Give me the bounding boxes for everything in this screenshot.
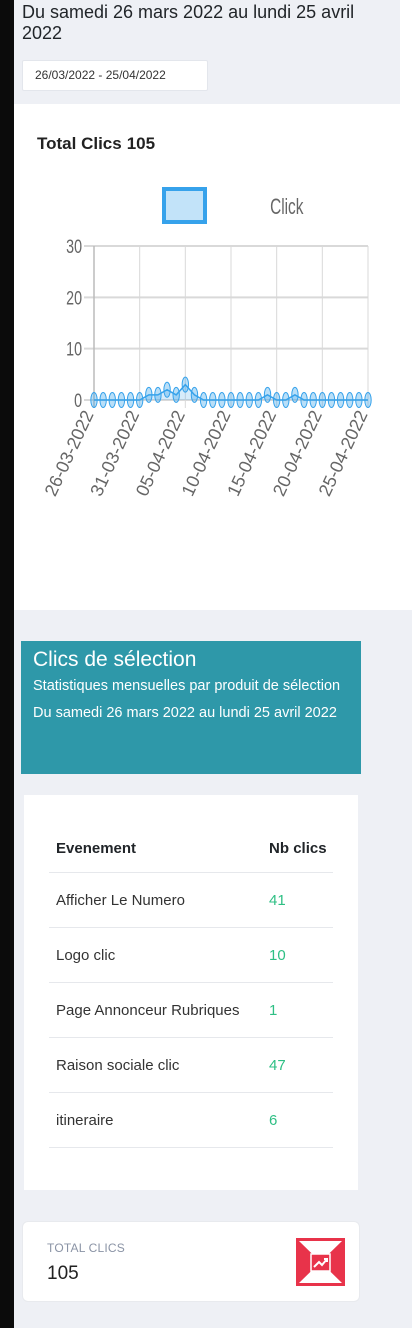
event-cell: Afficher Le Numero (49, 872, 258, 928)
data-point (291, 386, 299, 403)
date-range-heading: Du samedi 26 mars 2022 au lundi 25 avril… (22, 2, 355, 43)
data-point (327, 392, 336, 408)
selection-table-card: Evenement Nb clics Afficher Le Numero 41… (24, 795, 358, 1190)
data-point (282, 392, 290, 408)
total-clicks-card: TOTAL CLICS 105 (22, 1221, 360, 1302)
data-point (190, 386, 199, 403)
data-point (346, 392, 354, 408)
clicks-cell: 1 (257, 982, 333, 1038)
data-point (117, 392, 126, 408)
date-range-picker[interactable]: 26/03/2022 - 25/04/2022 (22, 60, 208, 91)
clicks-line-chart: 010203026-03-202231-03-202205-04-202210-… (41, 187, 372, 499)
selection-stats-table: Evenement Nb clics Afficher Le Numero 41… (49, 824, 333, 1148)
y-tick-label: 10 (66, 339, 82, 360)
data-point (300, 392, 308, 408)
legend-swatch (162, 187, 207, 224)
clicks-cell: 47 (257, 1037, 333, 1093)
data-point (126, 392, 135, 408)
clicks-cell: 6 (257, 1092, 333, 1148)
total-clicks-value: 105 (47, 1263, 79, 1284)
data-point (254, 392, 263, 408)
data-point (263, 386, 272, 403)
right-edge-panel (400, 0, 412, 610)
data-point (99, 392, 107, 408)
clicks-chart-card: Total Clics 105 0 10 20 30 26-03-2022 31-03-20… (14, 104, 400, 610)
selection-clicks-header: Clics de sélection Statistiques mensuell… (21, 641, 361, 774)
data-point (154, 386, 162, 403)
table-header-row: Evenement Nb clics (49, 824, 333, 873)
data-point (309, 392, 317, 408)
data-point (90, 392, 98, 408)
data-point (227, 392, 235, 408)
data-point (245, 392, 253, 408)
column-header-clicks: Nb clics (257, 824, 333, 873)
table-row: Logo clic 10 (49, 927, 333, 983)
left-edge-bar (0, 0, 14, 1328)
data-point (135, 392, 144, 408)
y-tick-label: 20 (66, 287, 82, 308)
data-point (336, 392, 345, 408)
table-row: Raison sociale clic 47 (49, 1037, 333, 1093)
selection-title: Clics de sélection (33, 648, 197, 671)
data-point (145, 386, 153, 403)
clicks-cell: 10 (257, 927, 333, 983)
table-row: Page Annonceur Rubriques 1 (49, 982, 333, 1038)
total-clicks-label: TOTAL CLICS (47, 1241, 125, 1255)
legend-label: Click (270, 195, 304, 219)
selection-subtitle: Statistiques mensuelles par produit de s… (33, 678, 341, 721)
data-point (108, 392, 116, 408)
data-point (172, 386, 180, 403)
y-tick-label: 30 (66, 236, 82, 257)
table-row: Afficher Le Numero 41 (49, 872, 333, 928)
data-point (181, 376, 190, 393)
event-cell: itineraire (49, 1092, 258, 1148)
column-header-event: Evenement (49, 824, 258, 873)
data-point (209, 392, 217, 408)
data-point (236, 392, 244, 408)
data-point (163, 381, 171, 398)
chart-trend-icon (296, 1238, 345, 1286)
event-cell: Page Annonceur Rubriques (49, 982, 258, 1038)
data-point (272, 392, 281, 408)
clicks-cell: 41 (257, 872, 333, 928)
event-cell: Raison sociale clic (49, 1037, 258, 1093)
data-point (364, 392, 372, 408)
table-row: itineraire 6 (49, 1092, 333, 1148)
data-point (318, 392, 327, 408)
data-point (199, 392, 208, 408)
event-cell: Logo clic (49, 927, 258, 983)
data-point (355, 392, 363, 408)
data-point (218, 392, 226, 408)
